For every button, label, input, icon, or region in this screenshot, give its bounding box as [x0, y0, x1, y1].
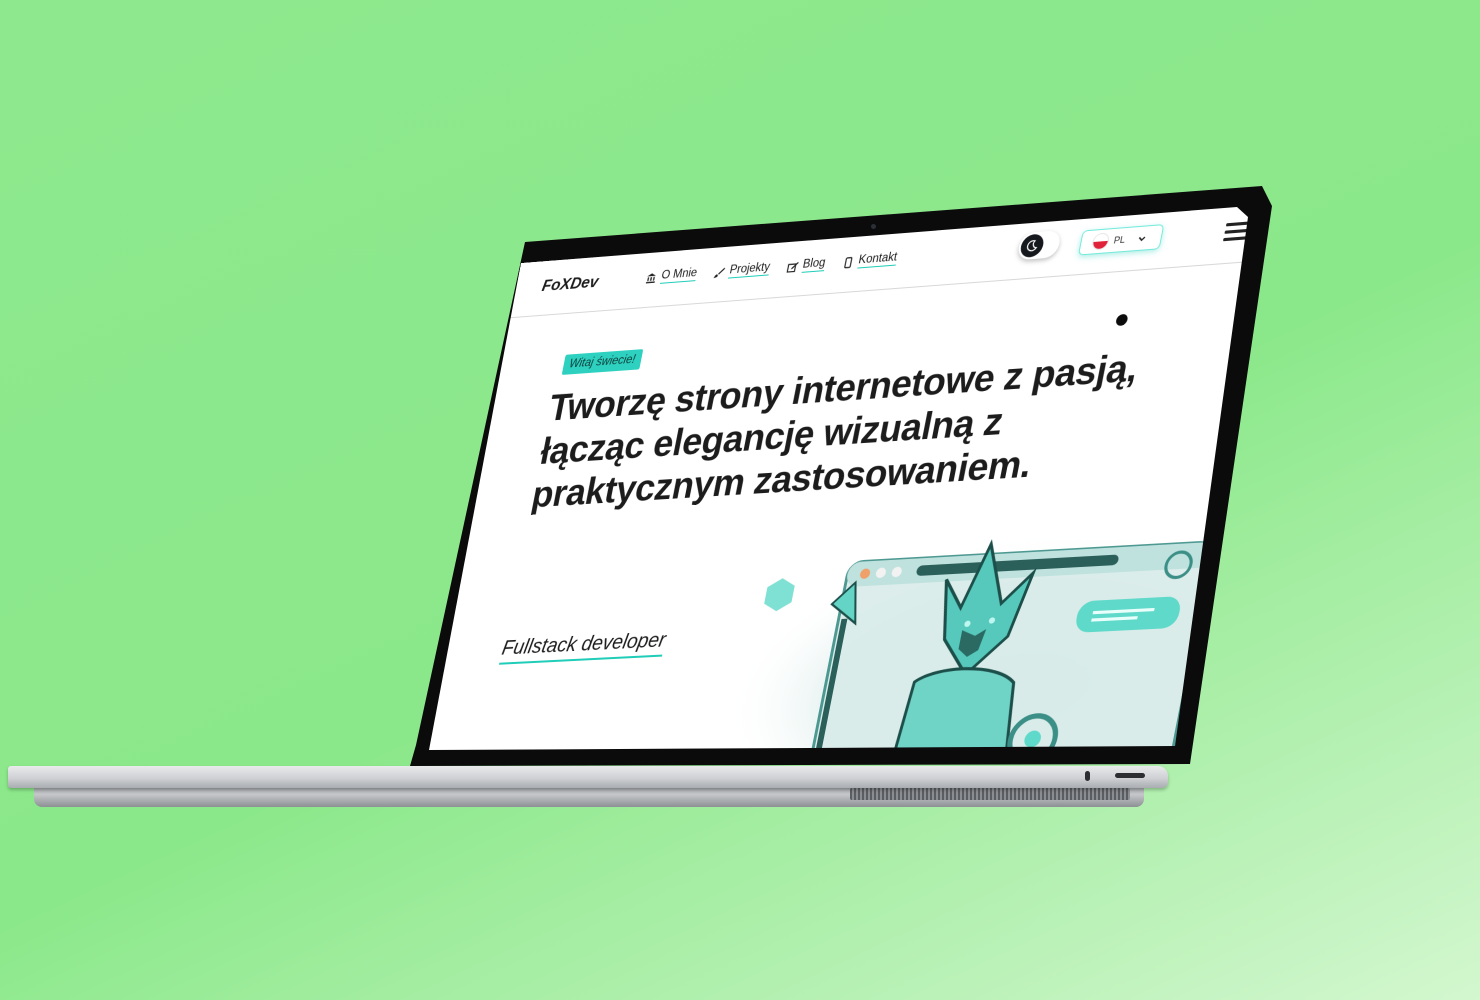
nav-label: Blog: [801, 257, 826, 273]
laptop-speaker-vent: [850, 788, 1130, 800]
hamburger-icon: [1223, 236, 1248, 241]
bank-icon: [645, 272, 658, 284]
laptop-base: [8, 766, 1168, 788]
nav-item-projekty[interactable]: Projekty: [713, 261, 771, 280]
site-logo[interactable]: FoXDev: [540, 274, 600, 297]
nav-label: O Mnie: [660, 267, 698, 284]
nav-item-o-mnie[interactable]: O Mnie: [645, 267, 698, 285]
decorative-dot: [1115, 314, 1129, 326]
webcam-icon: [871, 224, 876, 229]
nav-item-blog[interactable]: Blog: [786, 257, 827, 274]
brush-icon: [713, 266, 726, 278]
chevron-down-icon: [1136, 233, 1147, 243]
moon-icon: [1025, 239, 1040, 252]
edit-icon: [786, 260, 799, 272]
main-nav: O Mnie Projekty Blog Kontakt: [645, 251, 898, 285]
mockup-stage: FoXDev O Mnie Projekty Blog Kontakt PL W…: [0, 0, 1480, 1000]
nav-label: Kontakt: [857, 251, 898, 268]
laptop-usb-port-icon: [1115, 773, 1145, 778]
theme-toggle[interactable]: [1016, 230, 1062, 260]
language-code: PL: [1113, 234, 1126, 245]
language-select[interactable]: PL: [1078, 224, 1165, 256]
laptop-display: FoXDev O Mnie Projekty Blog Kontakt PL W…: [0, 0, 1480, 1000]
hero-role: Fullstack developer: [499, 629, 668, 665]
nav-label: Projekty: [728, 261, 771, 278]
theme-knob: [1019, 233, 1046, 258]
website-viewport: FoXDev O Mnie Projekty Blog Kontakt PL W…: [412, 200, 1312, 815]
nav-item-kontakt[interactable]: Kontakt: [841, 251, 898, 270]
hero-badge: Witaj świecie!: [562, 349, 643, 375]
laptop-port-icon: [1085, 771, 1090, 781]
phone-icon: [842, 256, 855, 268]
poland-flag-icon: [1092, 234, 1109, 250]
